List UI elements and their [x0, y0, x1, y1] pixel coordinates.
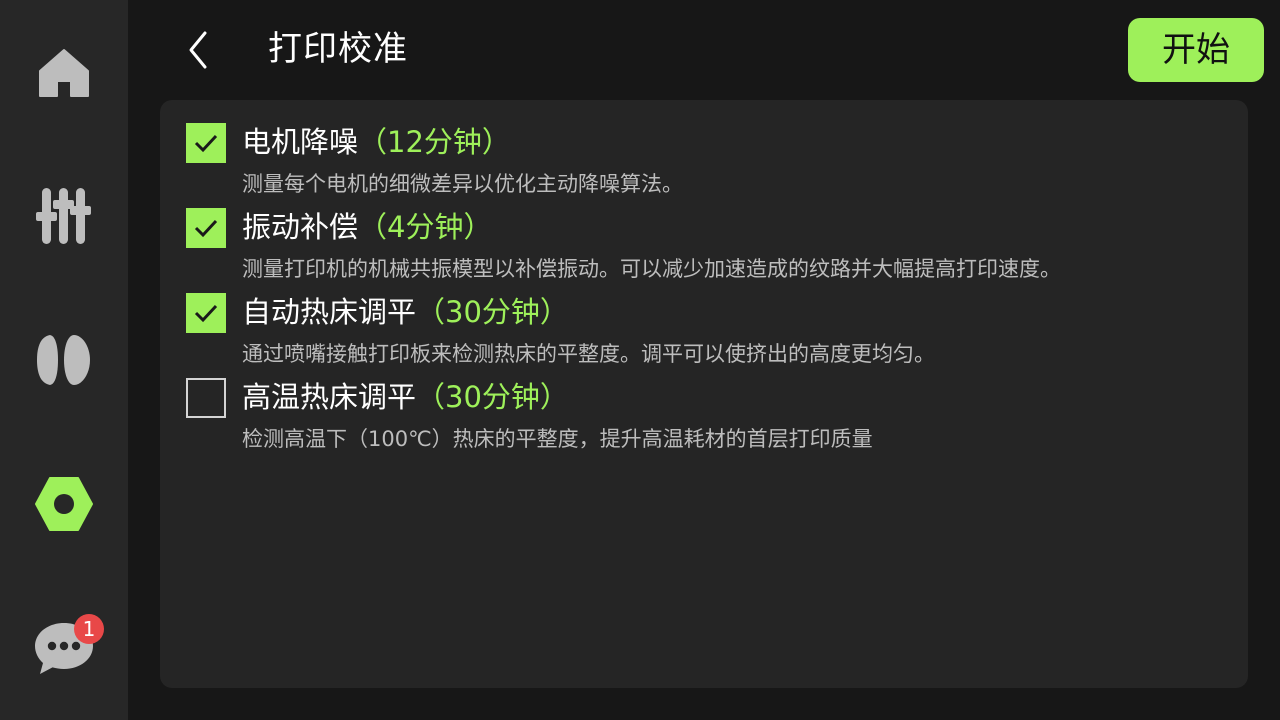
option-name: 电机降噪	[242, 125, 359, 159]
check-icon	[194, 134, 218, 153]
nav-home[interactable]	[0, 8, 128, 136]
page-title: 打印校准	[268, 29, 408, 69]
calibration-options-panel: 电机降噪（12分钟） 测量每个电机的细微差异以优化主动降噪算法。 振动补偿（4分…	[160, 100, 1248, 688]
checkbox-high-temp-bed-leveling[interactable]	[186, 378, 226, 418]
option-description: 检测高温下（100℃）热床的平整度，提升高温耗材的首层打印质量	[242, 427, 873, 451]
option-name: 振动补偿	[242, 210, 359, 244]
check-icon	[194, 219, 218, 238]
option-title[interactable]: 振动补偿（4分钟）	[242, 207, 492, 247]
checkbox-motor-noise-cancel[interactable]	[186, 123, 226, 163]
option-auto-bed-leveling: 自动热床调平（30分钟） 通过喷嘴接触打印板来检测热床的平整度。调平可以使挤出的…	[186, 270, 1226, 366]
option-motor-noise-cancel: 电机降噪（12分钟） 测量每个电机的细微差异以优化主动降噪算法。	[186, 100, 1226, 196]
option-name: 高温热床调平	[242, 380, 417, 414]
option-title[interactable]: 电机降噪（12分钟）	[242, 122, 511, 162]
option-duration: （30分钟）	[416, 380, 569, 414]
option-high-temp-bed-leveling: 高温热床调平（30分钟） 检测高温下（100℃）热床的平整度，提升高温耗材的首层…	[186, 355, 1226, 451]
checkbox-auto-bed-leveling[interactable]	[186, 293, 226, 333]
filament-spool-icon	[37, 335, 90, 385]
option-duration: （30分钟）	[416, 295, 569, 329]
nav-messages[interactable]	[0, 584, 128, 712]
nav-settings[interactable]	[0, 440, 128, 568]
nav-filament[interactable]	[0, 296, 128, 424]
sidebar: 1	[0, 0, 128, 720]
sliders-icon	[36, 188, 91, 244]
option-duration: （4分钟）	[358, 210, 493, 244]
hex-nut-icon	[35, 477, 93, 531]
option-duration: （12分钟）	[358, 125, 511, 159]
check-icon	[194, 304, 218, 323]
chevron-left-icon	[189, 31, 207, 69]
checkbox-vibration-compensation[interactable]	[186, 208, 226, 248]
option-title[interactable]: 高温热床调平（30分钟）	[242, 377, 569, 417]
start-button[interactable]: 开始	[1128, 18, 1264, 82]
option-name: 自动热床调平	[242, 295, 417, 329]
nav-controls[interactable]	[0, 152, 128, 280]
option-vibration-compensation: 振动补偿（4分钟） 测量打印机的机械共振模型以补偿振动。可以减少加速造成的纹路并…	[186, 185, 1226, 281]
option-title[interactable]: 自动热床调平（30分钟）	[242, 292, 569, 332]
back-button[interactable]	[170, 22, 226, 78]
home-icon	[39, 49, 89, 97]
notification-badge: 1	[74, 614, 104, 644]
